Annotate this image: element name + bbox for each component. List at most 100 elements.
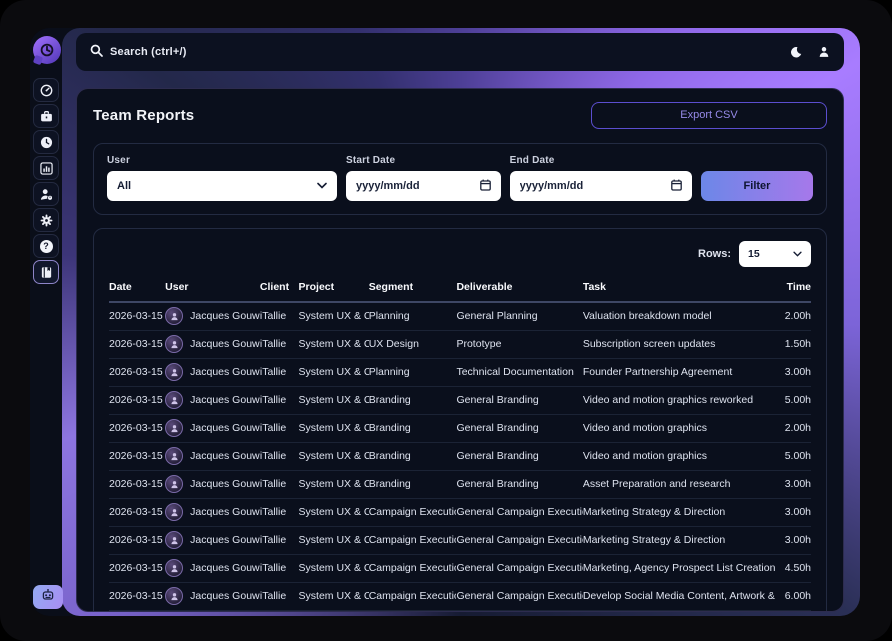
avatar <box>165 503 183 521</box>
top-bar: Search (ctrl+/) <box>76 33 844 71</box>
cell-date: 2026-03-15 <box>109 470 165 498</box>
search-input[interactable]: Search (ctrl+/) <box>90 33 790 71</box>
table-row: 2026-03-15 Jacques Gouws iT <box>109 414 811 442</box>
cell-date: 2026-03-15 <box>109 386 165 414</box>
table-row: 2026-03-15 Jacques Gouws iT <box>109 442 811 470</box>
clock-icon <box>40 136 53 149</box>
user-name: Jacques Gouws <box>190 478 260 490</box>
export-csv-button[interactable]: Export CSV <box>591 102 827 129</box>
cell-user: Jacques Gouws <box>165 554 260 582</box>
avatar <box>165 419 183 437</box>
cell-time: 5.00h <box>776 386 811 414</box>
cell-segment: Campaign Execution <box>369 554 457 582</box>
start-date-label: Start Date <box>346 155 501 166</box>
sidebar-item-settings[interactable] <box>33 208 59 232</box>
table-row: 2026-03-15 Jacques Gouws iT <box>109 330 811 358</box>
cell-date: 2026-03-15 <box>109 442 165 470</box>
avatar <box>165 447 183 465</box>
cell-project: System UX & CI <box>299 358 369 386</box>
cell-deliverable: General Campaign Execution <box>456 498 582 526</box>
moon-icon <box>790 46 802 58</box>
cell-client: iTallie <box>260 554 299 582</box>
cell-deliverable: General Branding <box>456 414 582 442</box>
cell-segment: UX Design <box>369 330 457 358</box>
filter-button[interactable]: Filter <box>701 171 813 201</box>
table-header-row: Date User Client Project Segment Deliver… <box>109 275 811 302</box>
avatar <box>165 363 183 381</box>
cell-deliverable: General Planning <box>456 302 582 330</box>
sidebar-item-projects[interactable] <box>33 104 59 128</box>
clock-logo-icon <box>33 36 61 64</box>
user-filter-label: User <box>107 155 337 166</box>
search-placeholder: Search (ctrl+/) <box>110 46 187 58</box>
user-name: Jacques Gouws <box>190 590 260 602</box>
cell-user: Jacques Gouws <box>165 386 260 414</box>
dashboard-gauge-icon <box>40 84 53 97</box>
cell-deliverable: General Branding <box>456 470 582 498</box>
rows-per-page-value: 15 <box>748 248 760 260</box>
sidebar-item-team[interactable] <box>33 182 59 206</box>
cell-user: Jacques Gouws <box>165 582 260 610</box>
cell-segment: Branding <box>369 414 457 442</box>
col-header-segment: Segment <box>369 275 457 302</box>
user-name: Jacques Gouws <box>190 366 260 378</box>
cell-time: 2.00h <box>776 414 811 442</box>
sidebar-item-team-reports[interactable] <box>33 260 59 284</box>
cell-user: Jacques Gouws <box>165 470 260 498</box>
filters-panel: User All Start Date <box>93 143 827 215</box>
cell-date: 2026-03-15 <box>109 330 165 358</box>
cell-user: Jacques Gouws <box>165 498 260 526</box>
account-button[interactable] <box>818 46 830 58</box>
cell-date: 2026-03-15 <box>109 610 165 612</box>
col-header-date: Date <box>109 275 165 302</box>
cell-time: 6.00h <box>776 582 811 610</box>
start-date-input[interactable] <box>356 180 480 192</box>
col-header-deliverable: Deliverable <box>456 275 582 302</box>
cell-user: Jacques Gouws <box>165 442 260 470</box>
bar-chart-icon <box>40 162 53 175</box>
cell-project: System UX & CI <box>299 610 369 612</box>
cell-segment: Planning <box>369 302 457 330</box>
sidebar-item-dashboard[interactable] <box>33 78 59 102</box>
cell-client: iTallie <box>260 470 299 498</box>
dark-mode-toggle[interactable] <box>790 46 802 58</box>
cell-deliverable: General Campaign Execution <box>456 554 582 582</box>
user-name: Jacques Gouws <box>190 562 260 574</box>
cell-time: 3.00h <box>776 470 811 498</box>
avatar <box>165 307 183 325</box>
end-date-field[interactable] <box>510 171 692 201</box>
cell-time: 3.00h <box>776 358 811 386</box>
table-row: 2026-03-15 Jacques Gouws iT <box>109 358 811 386</box>
cell-deliverable: Technical Documentation <box>456 358 582 386</box>
search-icon <box>90 44 103 60</box>
ai-assistant-button[interactable] <box>33 585 63 609</box>
app-window: Search (ctrl+/) <box>30 28 860 616</box>
cell-deliverable: General Branding <box>456 442 582 470</box>
cell-project: System UX & CI <box>299 470 369 498</box>
start-date-field[interactable] <box>346 171 501 201</box>
user-filter-select[interactable]: All <box>107 171 337 201</box>
cell-client: iTallie <box>260 414 299 442</box>
sidebar-item-reports-chart[interactable] <box>33 156 59 180</box>
end-date-input[interactable] <box>520 180 671 192</box>
user-name: Jacques Gouws <box>190 422 260 434</box>
sidebar-item-help[interactable]: ? <box>33 234 59 258</box>
user-name: Jacques Gouws <box>190 338 260 350</box>
cell-project: System UX & CI <box>299 554 369 582</box>
cell-segment: Branding <box>369 442 457 470</box>
table-row: 2026-03-15 Jacques Gouws iT <box>109 610 811 612</box>
cell-client: iTallie <box>260 610 299 612</box>
cell-task: Asset Preparation and research <box>583 470 776 498</box>
app-logo[interactable] <box>33 36 61 64</box>
rows-per-page-select[interactable]: 15 <box>739 241 811 267</box>
avatar <box>165 587 183 605</box>
col-header-time: Time <box>776 275 811 302</box>
ai-robot-icon <box>41 588 55 606</box>
sidebar-item-time[interactable] <box>33 130 59 154</box>
user-clock-icon <box>40 188 53 201</box>
end-date-label: End Date <box>510 155 692 166</box>
gear-icon <box>40 214 53 227</box>
cell-date: 2026-03-15 <box>109 582 165 610</box>
report-table: Date User Client Project Segment Deliver… <box>109 275 811 612</box>
user-name: Jacques Gouws <box>190 310 260 322</box>
